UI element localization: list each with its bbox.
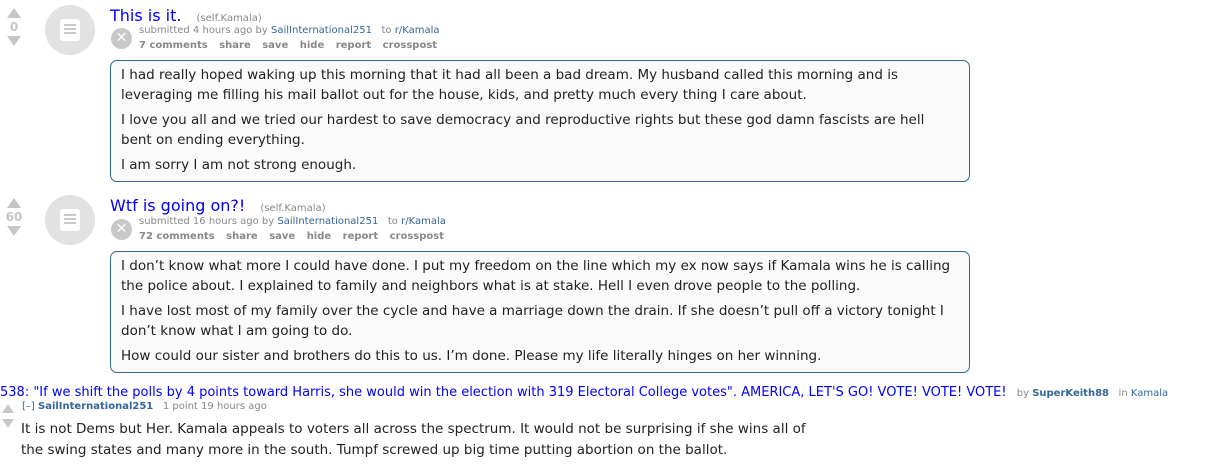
in-text: in <box>1118 388 1128 399</box>
title-line: This is it. (self.Kamala) <box>110 6 262 25</box>
author-link[interactable]: SailInternational251 <box>277 216 378 227</box>
post-title[interactable]: This is it. <box>110 6 181 25</box>
self-post-document-icon[interactable] <box>45 195 95 245</box>
save-button[interactable]: save <box>269 231 295 242</box>
report-button[interactable]: report <box>336 40 371 51</box>
link-author[interactable]: SuperKeith88 <box>1032 388 1109 399</box>
author-link[interactable]: SailInternational251 <box>271 25 372 36</box>
tagline: submitted 16 hours ago by SailInternatio… <box>139 216 446 227</box>
subreddit-link[interactable]: r/Kamala <box>395 25 440 36</box>
self-post-document-icon[interactable] <box>45 5 95 55</box>
post-buttons: 72 comments share save hide report cross… <box>139 231 452 242</box>
downvote-arrow-icon[interactable] <box>7 226 21 236</box>
post-score: 0 <box>9 20 19 34</box>
share-button[interactable]: share <box>226 231 258 242</box>
tagline: submitted 4 hours ago by SailInternation… <box>139 25 440 36</box>
hide-button[interactable]: hide <box>307 231 332 242</box>
save-button[interactable]: save <box>262 40 288 51</box>
comments-button[interactable]: 72 comments <box>139 231 215 242</box>
selftext-box: I don’t know what more I could have done… <box>110 251 970 373</box>
selftext-paragraph: I had really hoped waking up this mornin… <box>121 67 898 103</box>
downvote-arrow-icon[interactable] <box>7 36 21 46</box>
upvote-arrow-icon[interactable] <box>7 198 21 208</box>
post-title[interactable]: Wtf is going on?! <box>110 196 245 215</box>
close-x-icon[interactable]: ✕ <box>111 28 132 49</box>
crosspost-button[interactable]: crosspost <box>383 40 437 51</box>
comment-line: the swing states and many more in the so… <box>21 442 728 458</box>
by-text: by <box>1016 388 1030 399</box>
post-domain[interactable]: (self.Kamala) <box>260 203 325 214</box>
submitted-text: submitted 4 hours ago by <box>139 25 268 36</box>
upvote-arrow-icon[interactable] <box>7 8 21 18</box>
post-score: 60 <box>5 210 23 224</box>
to-text: to <box>381 25 392 36</box>
comment-author[interactable]: SailInternational251 <box>38 401 153 412</box>
collapse-toggle[interactable]: [–] <box>22 401 35 412</box>
submitted-text: submitted 16 hours ago by <box>139 216 275 227</box>
vote-column: 0 <box>5 8 23 46</box>
title-line: Wtf is going on?! (self.Kamala) <box>110 196 326 215</box>
selftext-paragraph: How could our sister and brothers do thi… <box>121 348 822 364</box>
selftext-paragraph: I love you all and we tried our hardest … <box>121 112 925 148</box>
comment-body: It is not Dems but Her. Kamala appeals t… <box>21 419 871 461</box>
downvote-arrow-icon[interactable] <box>2 419 14 428</box>
selftext-paragraph: I have lost most of my family over the c… <box>121 303 944 339</box>
upvote-arrow-icon[interactable] <box>2 404 14 413</box>
post-domain[interactable]: (self.Kamala) <box>197 13 262 24</box>
comment-vote-column <box>1 404 15 428</box>
comment-tagline: [–] SailInternational251 1 point 19 hour… <box>22 401 267 412</box>
comments-button[interactable]: 7 comments <box>139 40 208 51</box>
comment-link-meta: by SuperKeith88 in Kamala <box>1017 388 1168 399</box>
selftext-paragraph: I don’t know what more I could have done… <box>121 258 951 294</box>
comment-points: 1 point 19 hours ago <box>162 401 267 412</box>
comment-link-title[interactable]: 538: "If we shift the polls by 4 points … <box>0 385 1007 400</box>
close-x-icon[interactable]: ✕ <box>111 219 132 240</box>
subreddit-link[interactable]: r/Kamala <box>401 216 446 227</box>
comment-line: It is not Dems but Her. Kamala appeals t… <box>21 421 806 437</box>
to-text: to <box>387 216 398 227</box>
share-button[interactable]: share <box>219 40 251 51</box>
post-buttons: 7 comments share save hide report crossp… <box>139 40 445 51</box>
comment-link-header: 538: "If we shift the polls by 4 points … <box>0 385 1168 400</box>
vote-column: 60 <box>5 198 23 236</box>
link-subreddit[interactable]: Kamala <box>1131 388 1168 399</box>
selftext-paragraph: I am sorry I am not strong enough. <box>121 157 357 173</box>
hide-button[interactable]: hide <box>300 40 325 51</box>
report-button[interactable]: report <box>343 231 378 242</box>
crosspost-button[interactable]: crosspost <box>390 231 444 242</box>
selftext-box: I had really hoped waking up this mornin… <box>110 60 970 182</box>
